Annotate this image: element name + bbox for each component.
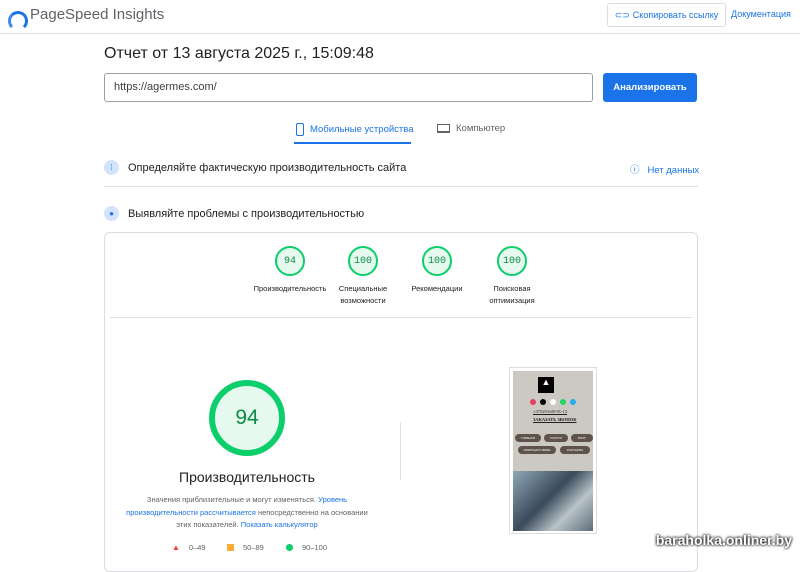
gauge-seo[interactable]: 100 Поисковая оптимизация xyxy=(467,246,557,307)
tab-desktop[interactable]: Компьютер xyxy=(437,123,505,134)
main-gauge-score: 94 xyxy=(209,380,285,456)
site-logo: ▲ xyxy=(538,377,554,393)
tab-label: Компьютер xyxy=(456,123,506,134)
analyze-button[interactable]: Анализировать xyxy=(603,73,697,102)
docs-link[interactable]: Документация xyxy=(731,9,791,19)
square-icon xyxy=(227,544,234,551)
lab-data-section: ● Выявляйте проблемы с производительность… xyxy=(104,206,364,221)
app-logo[interactable]: PageSpeed Insights xyxy=(8,6,165,31)
gauge-score: 94 xyxy=(275,246,305,276)
site-nav-item: КОНТАКТЫ xyxy=(560,446,590,454)
users-icon: ⁞ xyxy=(104,160,119,175)
gauge-score: 100 xyxy=(422,246,452,276)
site-nav-item: ГЛАВНАЯ xyxy=(515,434,541,442)
lab-icon: ● xyxy=(104,206,119,221)
legend-fail: ▲ 0–49 xyxy=(172,543,206,552)
copy-link-button[interactable]: ⊂⊃ Скопировать ссылку xyxy=(607,3,726,27)
site-nav-item: ОБРАТНАЯ СВЯЗЬ xyxy=(518,446,556,454)
header: PageSpeed Insights ⊂⊃ Скопировать ссылку … xyxy=(0,0,800,34)
section-title: Выявляйте проблемы с производительностью xyxy=(128,207,365,220)
site-call: ЗАКАЗАТЬ ЗВОНОК xyxy=(533,417,577,422)
phone-icon xyxy=(296,123,304,136)
status-label: Нет данных xyxy=(647,165,700,176)
main-gauge-label: Производительность xyxy=(179,469,315,485)
legend-range: 90–100 xyxy=(302,543,328,552)
divider xyxy=(400,422,401,480)
divider xyxy=(104,186,698,187)
tab-label: Мобильные устройства xyxy=(310,124,414,135)
divider xyxy=(110,317,692,318)
site-phone: +37529-649-91-13 xyxy=(533,409,568,414)
gauge-score: 100 xyxy=(348,246,378,276)
triangle-icon: ▲ xyxy=(172,543,180,552)
social-icons xyxy=(530,399,576,405)
legend-range: 50–89 xyxy=(243,543,264,552)
gauge-label: Поисковая оптимизация xyxy=(489,284,535,305)
score-description: Значения приблизительные и могут изменят… xyxy=(124,494,370,532)
active-tab-indicator xyxy=(294,142,411,144)
app-title: PageSpeed Insights xyxy=(30,6,165,23)
site-hero-photo xyxy=(513,471,593,531)
watermark: baraholka.onliner.by xyxy=(655,532,792,548)
laptop-icon xyxy=(437,124,450,133)
page-title: Отчет от 13 августа 2025 г., 15:09:48 xyxy=(104,45,374,62)
circle-icon xyxy=(286,544,293,551)
gauge-score: 100 xyxy=(497,246,527,276)
field-data-section: ⁞ Определяйте фактическую производительно… xyxy=(104,160,406,175)
section-title: Определяйте фактическую производительнос… xyxy=(128,161,407,174)
url-input[interactable]: https://agermes.com/ xyxy=(104,73,593,102)
pagespeed-logo-icon xyxy=(8,8,28,31)
legend-pass: 90–100 xyxy=(286,543,327,552)
desc-text: Значения приблизительные и могут изменят… xyxy=(146,495,317,504)
no-data-status[interactable]: ⓘ Нет данных xyxy=(630,162,699,176)
copy-link-label: Скопировать ссылку xyxy=(632,10,719,20)
calculator-link[interactable]: Показать калькулятор xyxy=(241,520,318,529)
info-icon: ⓘ xyxy=(630,165,640,176)
page-screenshot: ▲ +37529-649-91-13 ЗАКАЗАТЬ ЗВОНОК ГЛАВН… xyxy=(509,367,597,534)
site-nav-item: УСЛУГИ xyxy=(544,434,568,442)
tab-mobile[interactable]: Мобильные устройства xyxy=(296,123,413,136)
link-icon: ⊂⊃ xyxy=(614,9,630,20)
gauge-label: Специальные возможности xyxy=(338,284,388,305)
legend-range: 0–49 xyxy=(188,543,206,552)
site-nav-item: БЛОГ xyxy=(571,434,593,442)
legend-average: 50–89 xyxy=(227,543,264,552)
